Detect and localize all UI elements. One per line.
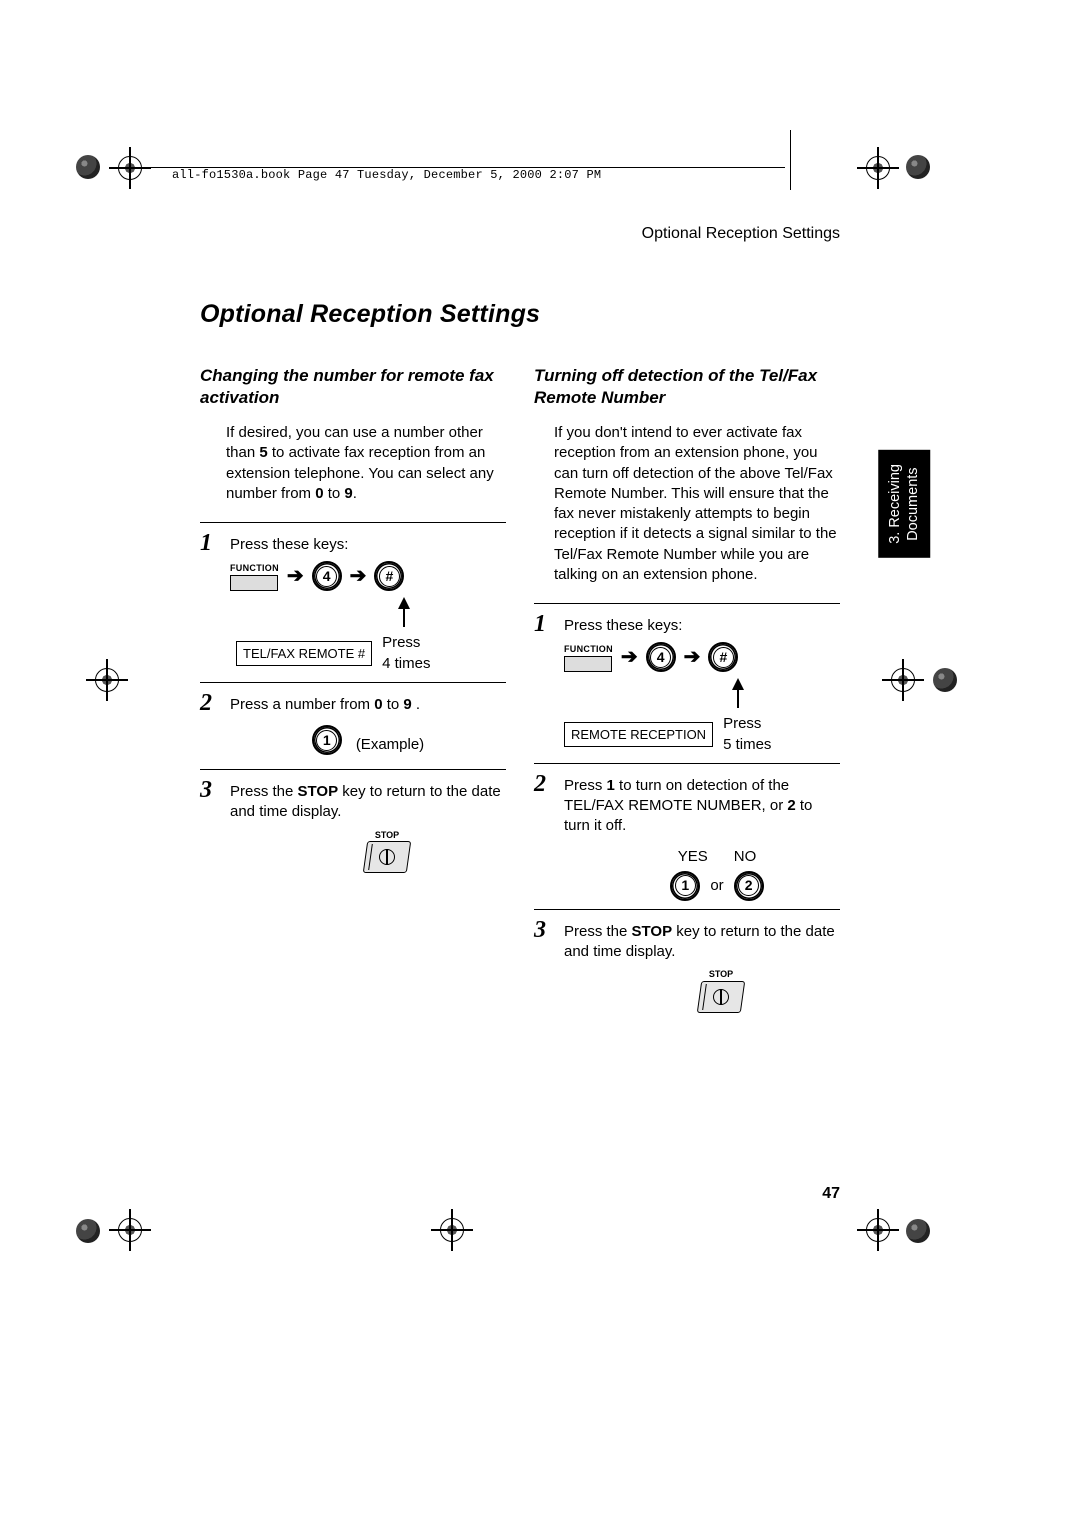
divider <box>200 769 506 770</box>
step-number: 3 <box>200 778 220 802</box>
chapter-tab: 3. Receiving Documents <box>878 450 930 558</box>
crop-rule <box>790 130 791 190</box>
up-arrow-icon <box>398 597 506 627</box>
yes-label: YES <box>678 847 708 867</box>
right-intro: If you don't intend to ever activate fax… <box>554 423 840 585</box>
example-key-row: 1 (Example) <box>230 725 506 755</box>
left-intro: If desired, you can use a number other t… <box>226 423 496 504</box>
stop-key-icon: STOP <box>268 829 506 873</box>
function-key-icon: FUNCTION <box>564 643 613 672</box>
keypad-4-icon: 4 <box>312 561 342 591</box>
divider <box>534 603 840 604</box>
registration-mark-icon <box>440 1218 464 1242</box>
arrow-right-icon: ➔ <box>684 647 701 667</box>
up-arrow-icon <box>732 678 840 708</box>
page-number: 47 <box>822 1185 840 1203</box>
key-sequence: FUNCTION ➔ 4 ➔ <box>230 561 506 591</box>
registration-mark-icon <box>866 1218 890 1242</box>
manual-page: all-fo1530a.book Page 47 Tuesday, Decemb… <box>0 0 1080 1528</box>
left-column: Changing the number for remote fax activ… <box>200 359 506 1017</box>
registration-dot-icon <box>76 155 100 179</box>
step-text: Press these keys: <box>230 535 506 555</box>
registration-dot-icon <box>906 1219 930 1243</box>
registration-dot-icon <box>933 668 957 692</box>
keypad-1-icon: 1 <box>670 871 700 901</box>
keypad-hash-icon <box>374 561 404 591</box>
step-number: 2 <box>534 772 554 796</box>
left-step-3: 3 Press the STOP key to return to the da… <box>200 778 506 873</box>
yes-no-keys: 1 or 2 <box>594 871 840 901</box>
divider <box>534 763 840 764</box>
lcd-display: TEL/FAX REMOTE # <box>236 641 372 667</box>
step-text: Press these keys: <box>564 616 840 636</box>
right-step-2: 2 Press 1 to turn on detection of the TE… <box>534 772 840 901</box>
step-number: 1 <box>534 612 554 636</box>
left-step-2: 2 Press a number from 0 to 9 . 1 (Exampl… <box>200 691 506 761</box>
registration-mark-icon <box>891 668 915 692</box>
or-label: or <box>710 876 723 896</box>
registration-mark-icon <box>866 156 890 180</box>
registration-mark-icon <box>118 156 142 180</box>
content-columns: Changing the number for remote fax activ… <box>200 359 840 1017</box>
no-label: NO <box>734 847 757 867</box>
stop-key-icon: STOP <box>602 968 840 1012</box>
right-step-3: 3 Press the STOP key to return to the da… <box>534 918 840 1013</box>
divider <box>534 909 840 910</box>
left-step-1: 1 Press these keys: FUNCTION ➔ 4 ➔ <box>200 531 506 674</box>
divider <box>200 522 506 523</box>
function-key-icon: FUNCTION <box>230 562 279 591</box>
section-header: Optional Reception Settings <box>642 225 840 243</box>
keypad-4-icon: 4 <box>646 642 676 672</box>
arrow-right-icon: ➔ <box>287 566 304 586</box>
display-and-note: TEL/FAX REMOTE # Press4 times <box>236 633 506 674</box>
arrow-right-icon: ➔ <box>350 566 367 586</box>
step-number: 2 <box>200 691 220 715</box>
registration-mark-icon <box>118 1218 142 1242</box>
example-label: (Example) <box>356 735 424 755</box>
running-header: all-fo1530a.book Page 47 Tuesday, Decemb… <box>172 168 601 182</box>
key-sequence: FUNCTION ➔ 4 ➔ <box>564 642 840 672</box>
page-title: Optional Reception Settings <box>200 300 960 329</box>
keypad-hash-icon <box>708 642 738 672</box>
right-column: Turning off detection of the Tel/Fax Rem… <box>534 359 840 1017</box>
right-subheading: Turning off detection of the Tel/Fax Rem… <box>534 365 840 409</box>
registration-mark-icon <box>95 668 119 692</box>
right-step-1: 1 Press these keys: FUNCTION ➔ 4 ➔ <box>534 612 840 755</box>
display-and-note: REMOTE RECEPTION Press5 times <box>564 714 840 755</box>
keypad-2-icon: 2 <box>734 871 764 901</box>
lcd-display: REMOTE RECEPTION <box>564 722 713 748</box>
registration-dot-icon <box>906 155 930 179</box>
yes-no-labels: YES NO <box>594 847 840 867</box>
step-number: 3 <box>534 918 554 942</box>
divider <box>200 682 506 683</box>
arrow-right-icon: ➔ <box>621 647 638 667</box>
keypad-1-icon: 1 <box>312 725 342 755</box>
registration-dot-icon <box>76 1219 100 1243</box>
step-number: 1 <box>200 531 220 555</box>
left-subheading: Changing the number for remote fax activ… <box>200 365 506 409</box>
